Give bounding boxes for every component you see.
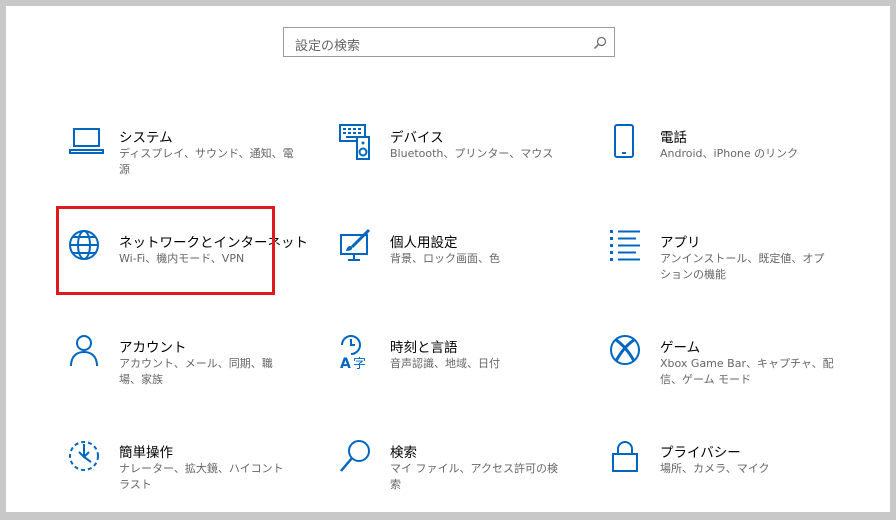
- highlight-box: [56, 206, 275, 295]
- paintbrush-monitor-icon: [340, 228, 371, 261]
- tile-gaming[interactable]: ゲーム Xbox Game Bar、キャプチャ、配信、ゲーム モード: [610, 335, 860, 415]
- tile-description: ディスプレイ、サウンド、通知、電源: [119, 147, 294, 176]
- tile-apps[interactable]: アプリ アンインストール、既定値、オプションの機能: [610, 230, 860, 310]
- search-icon: [594, 36, 607, 49]
- search-box[interactable]: 設定の検索: [283, 27, 615, 57]
- apps-list-icon: [610, 230, 640, 261]
- tile-phone[interactable]: 電話 Android、iPhone のリンク: [610, 124, 860, 205]
- tile-description: 場所、カメラ、マイク: [660, 462, 770, 475]
- tile-title: 時刻と言語: [390, 340, 458, 356]
- tile-description: アンインストール、既定値、オプションの機能: [660, 252, 825, 281]
- svg-text:字: 字: [353, 357, 366, 372]
- tile-description: 音声認識、地域、日付: [390, 357, 500, 370]
- tile-title: システム: [119, 130, 173, 146]
- magnifier-icon: [340, 440, 370, 472]
- tile-description: ナレーター、拡大鏡、ハイコントラスト: [119, 462, 284, 491]
- keyboard-speaker-icon: [339, 124, 370, 160]
- tile-description: Bluetooth、プリンター、マウス: [390, 147, 554, 160]
- settings-window: 設定の検索 システム ディスプレイ、サウンド、通知、電源 デバイス Blueto: [6, 6, 890, 512]
- tile-description: Android、iPhone のリンク: [660, 147, 799, 160]
- tile-title: アカウント: [119, 340, 187, 356]
- tile-system[interactable]: システム ディスプレイ、サウンド、通知、電源: [69, 125, 319, 205]
- tile-title: 検索: [390, 445, 417, 461]
- tile-title: プライバシー: [660, 445, 741, 461]
- tile-title: 個人用設定: [390, 235, 458, 251]
- tile-search[interactable]: 検索 マイ ファイル、アクセス許可の検索: [340, 440, 590, 520]
- person-icon: [70, 335, 98, 367]
- tile-title: 電話: [660, 130, 687, 146]
- svg-text:A: A: [340, 356, 351, 372]
- tile-title: 簡単操作: [119, 445, 173, 461]
- tile-title: ゲーム: [660, 340, 701, 356]
- tile-description: マイ ファイル、アクセス許可の検索: [390, 462, 558, 491]
- tile-personalization[interactable]: 個人用設定 背景、ロック画面、色: [340, 228, 590, 310]
- tile-description: Xbox Game Bar、キャプチャ、配信、ゲーム モード: [660, 357, 834, 386]
- tile-title: デバイス: [390, 130, 444, 146]
- tile-description: 背景、ロック画面、色: [390, 252, 500, 265]
- time-language-icon: A 字: [340, 335, 366, 372]
- tile-accounts[interactable]: アカウント アカウント、メール、同期、職場、家族: [69, 335, 319, 415]
- tile-time-language[interactable]: A 字 時刻と言語 音声認識、地域、日付: [340, 335, 590, 415]
- ease-of-access-icon: [69, 441, 99, 471]
- search-placeholder: 設定の検索: [295, 39, 361, 54]
- tile-ease-of-access[interactable]: 簡単操作 ナレーター、拡大鏡、ハイコントラスト: [69, 440, 319, 520]
- tile-title: アプリ: [660, 235, 701, 251]
- tile-description: アカウント、メール、同期、職場、家族: [119, 357, 273, 386]
- phone-icon: [614, 124, 634, 158]
- tile-devices[interactable]: デバイス Bluetooth、プリンター、マウス: [339, 124, 590, 205]
- laptop-icon: [69, 128, 104, 154]
- xbox-icon: [610, 335, 640, 365]
- lock-icon: [612, 441, 638, 472]
- tile-privacy[interactable]: プライバシー 場所、カメラ、マイク: [610, 440, 860, 520]
